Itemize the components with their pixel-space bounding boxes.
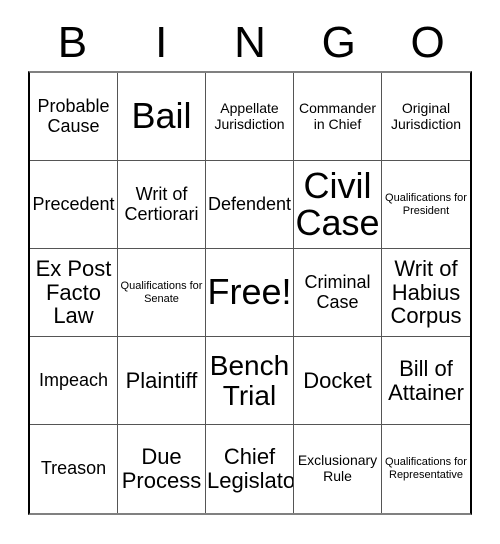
bingo-cell[interactable]: Qualifications for Senate bbox=[118, 249, 206, 337]
bingo-cell[interactable]: Impeach bbox=[30, 337, 118, 425]
bingo-cell[interactable]: Bill of Attainer bbox=[382, 337, 470, 425]
bingo-cell[interactable]: Commander in Chief bbox=[294, 73, 382, 161]
bingo-header-letter-b: B bbox=[57, 17, 88, 67]
bingo-cell[interactable]: Appellate Jurisdiction bbox=[206, 73, 294, 161]
bingo-cell-label: Plaintiff bbox=[125, 367, 198, 393]
bingo-cell[interactable]: Bail bbox=[118, 73, 206, 161]
bingo-grid: Probable Cause Bail Appellate Jurisdiction… bbox=[28, 71, 472, 515]
bingo-cell[interactable]: Due Process bbox=[118, 425, 206, 513]
bingo-cell-label: Qualifications for Senate bbox=[120, 279, 203, 305]
bingo-header-letter-o: O bbox=[410, 17, 445, 67]
bingo-cell[interactable]: Criminal Case bbox=[294, 249, 382, 337]
bingo-cell-label: Appellate Jurisdiction bbox=[214, 99, 285, 132]
bingo-cell-label: Probable Cause bbox=[37, 95, 110, 136]
bingo-cell[interactable]: Qualifications for President bbox=[382, 161, 470, 249]
bingo-header-letter-g: G bbox=[321, 17, 356, 67]
bingo-header-letter-n: N bbox=[234, 17, 266, 67]
bingo-cell[interactable]: Bench Trial bbox=[206, 337, 294, 425]
bingo-cell-label: Original Jurisdiction bbox=[390, 99, 462, 132]
bingo-cell-label: Civil Case bbox=[295, 164, 380, 243]
bingo-card: B I N G O Probable Cause Bail Appellate Jurisd… bbox=[0, 0, 500, 544]
bingo-cell-label: Qualifications for President bbox=[385, 191, 467, 217]
bingo-cell[interactable]: Precedent bbox=[30, 161, 118, 249]
bingo-cell-label: Free! bbox=[207, 271, 292, 313]
bingo-cell[interactable]: Treason bbox=[30, 425, 118, 513]
bingo-free-cell[interactable]: Free! bbox=[206, 249, 294, 337]
bingo-cell[interactable]: Ex Post Facto Law bbox=[30, 249, 118, 337]
bingo-cell-label: Ex Post Facto Law bbox=[35, 255, 112, 329]
bingo-cell[interactable]: Qualifications for Representative bbox=[382, 425, 470, 513]
bingo-cell-label: Writ of Certiorari bbox=[124, 183, 199, 224]
bingo-cell-label: Bill of Attainer bbox=[388, 355, 464, 405]
bingo-header-letter-i: I bbox=[155, 17, 168, 67]
bingo-header: BINGO bbox=[28, 14, 472, 71]
bingo-cell-label: Bail bbox=[131, 95, 192, 137]
bingo-cell-label: Bench Trial bbox=[209, 349, 290, 411]
bingo-cell[interactable]: Chief Legislator bbox=[206, 425, 294, 513]
bingo-cell-label: Writ of Habius Corpus bbox=[390, 255, 462, 329]
bingo-cell-label: Exclusionary Rule bbox=[297, 452, 378, 484]
bingo-cell[interactable]: Docket bbox=[294, 337, 382, 425]
bingo-cell[interactable]: Plaintiff bbox=[118, 337, 206, 425]
bingo-cell-label: Docket bbox=[303, 367, 372, 393]
bingo-cell-label: Commander in Chief bbox=[298, 99, 377, 132]
bingo-cell-label: Qualifications for Representative bbox=[385, 456, 467, 481]
bingo-cell-label: Treason bbox=[40, 458, 107, 479]
bingo-cell[interactable]: Exclusionary Rule bbox=[294, 425, 382, 513]
bingo-cell[interactable]: Writ of Certiorari bbox=[118, 161, 206, 249]
bingo-cell[interactable]: Probable Cause bbox=[30, 73, 118, 161]
bingo-cell[interactable]: Writ of Habius Corpus bbox=[382, 249, 470, 337]
bingo-cell-label: Criminal Case bbox=[304, 271, 371, 312]
bingo-cell[interactable]: Original Jurisdiction bbox=[382, 73, 470, 161]
bingo-cell-label: Due Process bbox=[121, 444, 202, 493]
bingo-cell-label: Chief Legislator bbox=[207, 444, 294, 493]
bingo-cell[interactable]: Defendent bbox=[206, 161, 294, 249]
bingo-cell[interactable]: Civil Case bbox=[294, 161, 382, 249]
bingo-cell-label: Precedent bbox=[32, 193, 115, 214]
bingo-cell-label: Defendent bbox=[207, 193, 292, 214]
bingo-cell-label: Impeach bbox=[38, 369, 109, 390]
